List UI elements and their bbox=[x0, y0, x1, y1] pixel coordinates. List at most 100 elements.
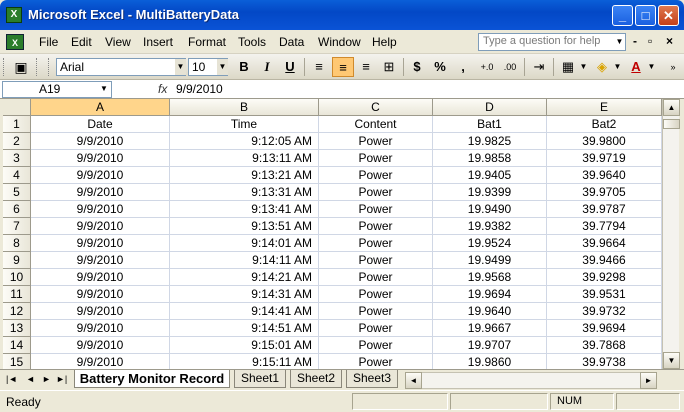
comma-button[interactable]: , bbox=[452, 57, 474, 77]
cell[interactable]: Date bbox=[31, 116, 170, 133]
cell[interactable]: 9/9/2010 bbox=[31, 133, 170, 150]
cell[interactable]: 9:15:11 AM bbox=[170, 354, 319, 369]
maximize-button[interactable]: □ bbox=[635, 5, 656, 26]
tab-sheet2[interactable]: Sheet2 bbox=[290, 370, 342, 388]
cell[interactable]: 39.9738 bbox=[547, 354, 662, 369]
row-header[interactable]: 13 bbox=[3, 320, 31, 337]
cell[interactable]: 19.9524 bbox=[433, 235, 547, 252]
row-header[interactable]: 11 bbox=[3, 286, 31, 303]
menu-data[interactable]: Data bbox=[279, 35, 304, 49]
cell[interactable]: 9/9/2010 bbox=[31, 354, 170, 369]
row-header[interactable]: 14 bbox=[3, 337, 31, 354]
cell[interactable]: 9:13:21 AM bbox=[170, 167, 319, 184]
column-header-d[interactable]: D bbox=[433, 99, 547, 116]
horizontal-scrollbar[interactable]: ◄ ► bbox=[405, 372, 657, 389]
cell[interactable]: Power bbox=[319, 150, 433, 167]
cell[interactable]: Power bbox=[319, 320, 433, 337]
menu-tools[interactable]: Tools bbox=[238, 35, 266, 49]
italic-button[interactable]: I bbox=[256, 57, 278, 77]
align-left-icon[interactable]: ≡ bbox=[308, 57, 330, 77]
column-header-e[interactable]: E bbox=[547, 99, 662, 116]
size-dropdown-icon[interactable]: ▼ bbox=[217, 59, 228, 75]
cell[interactable]: 9:13:31 AM bbox=[170, 184, 319, 201]
last-sheet-icon[interactable]: ►| bbox=[56, 374, 67, 384]
menu-help[interactable]: Help bbox=[372, 35, 397, 49]
cell[interactable]: Bat1 bbox=[433, 116, 547, 133]
cell[interactable]: Power bbox=[319, 337, 433, 354]
cell[interactable]: 9/9/2010 bbox=[31, 252, 170, 269]
borders-icon[interactable]: ▦ bbox=[557, 57, 579, 77]
cell[interactable]: Power bbox=[319, 286, 433, 303]
next-sheet-icon[interactable]: ► bbox=[42, 374, 51, 384]
doc-minimize-button[interactable]: - bbox=[633, 34, 637, 48]
cell[interactable]: 19.9499 bbox=[433, 252, 547, 269]
decrease-decimal-button[interactable]: .00 bbox=[499, 57, 521, 77]
cell[interactable]: 9:15:01 AM bbox=[170, 337, 319, 354]
cell[interactable]: 19.9490 bbox=[433, 201, 547, 218]
cell[interactable]: 19.9568 bbox=[433, 269, 547, 286]
increase-decimal-button[interactable]: +.0 bbox=[476, 57, 498, 77]
cell[interactable]: Power bbox=[319, 303, 433, 320]
row-header[interactable]: 15 bbox=[3, 354, 31, 369]
cell[interactable]: 9:14:21 AM bbox=[170, 269, 319, 286]
menu-edit[interactable]: Edit bbox=[71, 35, 92, 49]
cell[interactable]: Power bbox=[319, 201, 433, 218]
cell[interactable]: 19.9405 bbox=[433, 167, 547, 184]
cell[interactable]: 19.9640 bbox=[433, 303, 547, 320]
cell[interactable]: 9:14:01 AM bbox=[170, 235, 319, 252]
cell[interactable]: 39.7868 bbox=[547, 337, 662, 354]
row-header[interactable]: 10 bbox=[3, 269, 31, 286]
cell[interactable]: 19.9860 bbox=[433, 354, 547, 369]
row-header[interactable]: 6 bbox=[3, 201, 31, 218]
cell[interactable]: 9:13:41 AM bbox=[170, 201, 319, 218]
cell[interactable]: 39.9694 bbox=[547, 320, 662, 337]
fx-icon[interactable]: fx bbox=[158, 82, 167, 96]
cell[interactable]: 9/9/2010 bbox=[31, 235, 170, 252]
cell[interactable]: 9/9/2010 bbox=[31, 201, 170, 218]
cell[interactable]: 19.9382 bbox=[433, 218, 547, 235]
row-header[interactable]: 5 bbox=[3, 184, 31, 201]
cell[interactable]: 39.9732 bbox=[547, 303, 662, 320]
row-header[interactable]: 3 bbox=[3, 150, 31, 167]
cell[interactable]: 9:13:11 AM bbox=[170, 150, 319, 167]
cell[interactable]: 9:14:31 AM bbox=[170, 286, 319, 303]
cell[interactable]: 9/9/2010 bbox=[31, 269, 170, 286]
cell[interactable]: 9:13:51 AM bbox=[170, 218, 319, 235]
cell[interactable]: Bat2 bbox=[547, 116, 662, 133]
cell[interactable]: 39.7794 bbox=[547, 218, 662, 235]
scroll-left-icon[interactable]: ◄ bbox=[405, 372, 422, 389]
cell[interactable]: 9/9/2010 bbox=[31, 320, 170, 337]
save-icon[interactable]: ▣ bbox=[10, 57, 32, 77]
select-all-corner[interactable] bbox=[3, 99, 31, 116]
cell[interactable]: 9:14:41 AM bbox=[170, 303, 319, 320]
tab-battery-monitor-record[interactable]: Battery Monitor Record bbox=[74, 370, 230, 388]
row-header[interactable]: 1 bbox=[3, 116, 31, 133]
menu-window[interactable]: Window bbox=[318, 35, 361, 49]
cell[interactable]: Power bbox=[319, 167, 433, 184]
formula-input[interactable]: 9/9/2010 bbox=[176, 82, 223, 96]
close-button[interactable]: ✕ bbox=[658, 5, 679, 26]
toolbar-grip[interactable] bbox=[36, 58, 39, 76]
menu-view[interactable]: View bbox=[105, 35, 131, 49]
cell[interactable]: 19.9694 bbox=[433, 286, 547, 303]
cell[interactable]: 39.9800 bbox=[547, 133, 662, 150]
cell[interactable]: 39.9298 bbox=[547, 269, 662, 286]
cell[interactable]: 9:12:05 AM bbox=[170, 133, 319, 150]
toolbar-options-icon[interactable]: » bbox=[662, 57, 684, 77]
row-header[interactable]: 12 bbox=[3, 303, 31, 320]
cell[interactable]: Power bbox=[319, 269, 433, 286]
cell[interactable]: 39.9787 bbox=[547, 201, 662, 218]
row-header[interactable]: 2 bbox=[3, 133, 31, 150]
cell[interactable]: Power bbox=[319, 218, 433, 235]
bold-button[interactable]: B bbox=[233, 57, 255, 77]
fill-dropdown-icon[interactable]: ▼ bbox=[612, 59, 623, 75]
align-center-icon[interactable]: ≡ bbox=[332, 57, 354, 77]
font-color-dropdown-icon[interactable]: ▼ bbox=[646, 59, 657, 75]
tab-sheet3[interactable]: Sheet3 bbox=[346, 370, 398, 388]
scroll-down-icon[interactable]: ▼ bbox=[663, 352, 680, 369]
column-header-c[interactable]: C bbox=[319, 99, 433, 116]
cell[interactable]: 19.9858 bbox=[433, 150, 547, 167]
cell[interactable]: 19.9707 bbox=[433, 337, 547, 354]
tab-sheet1[interactable]: Sheet1 bbox=[234, 370, 286, 388]
cell[interactable]: 19.9399 bbox=[433, 184, 547, 201]
